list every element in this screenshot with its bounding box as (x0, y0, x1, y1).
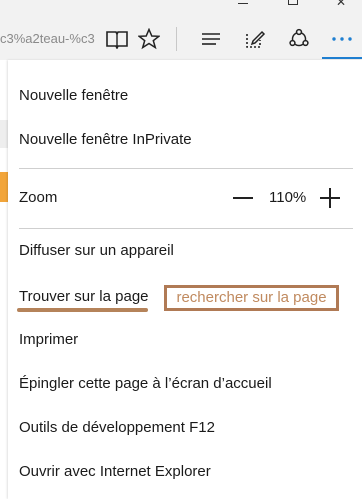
address-bar[interactable]: c3%a2teau-%c3 (0, 24, 110, 54)
web-note-icon[interactable] (242, 26, 268, 52)
menu-item-print[interactable]: Imprimer (19, 330, 78, 350)
menu-item-find-on-page[interactable]: Trouver sur la page (19, 287, 149, 307)
annotation-label: rechercher sur la page (164, 285, 339, 311)
menu-item-new-window[interactable]: Nouvelle fenêtre (19, 86, 128, 106)
more-icon[interactable] (329, 26, 355, 52)
reading-view-icon[interactable] (104, 26, 130, 52)
page-strip-accent (0, 172, 8, 202)
menu-item-new-inprivate-window[interactable]: Nouvelle fenêtre InPrivate (19, 130, 192, 150)
more-actions-menu: Nouvelle fenêtre Nouvelle fenêtre InPriv… (8, 60, 362, 499)
menu-item-pin-to-start[interactable]: Épingler cette page à l’écran d’accueil (19, 374, 272, 394)
close-icon[interactable]: ✕ (336, 0, 346, 8)
page-strip (0, 120, 8, 148)
page-background (0, 60, 8, 499)
zoom-value: 110% (269, 189, 307, 206)
menu-item-open-with-ie[interactable]: Ouvrir avec Internet Explorer (19, 462, 211, 482)
share-icon[interactable] (286, 26, 312, 52)
menu-item-cast[interactable]: Diffuser sur un appareil (19, 241, 174, 261)
favorite-star-icon[interactable] (136, 26, 162, 52)
zoom-row: Zoom 110% (19, 188, 349, 208)
maximize-icon[interactable] (288, 0, 298, 5)
menu-item-developer-tools[interactable]: Outils de développement F12 (19, 418, 215, 438)
hub-icon[interactable] (198, 26, 224, 52)
window-controls: ✕ (222, 0, 362, 12)
toolbar-separator (176, 27, 177, 51)
browser-toolbar: ✕ c3%a2teau-%c3 (0, 0, 362, 60)
more-active-indicator (322, 57, 362, 59)
find-highlight-underline (17, 308, 148, 312)
menu-divider (19, 168, 353, 169)
minimize-icon[interactable] (238, 3, 248, 4)
menu-divider (19, 228, 353, 229)
zoom-out-button[interactable] (233, 197, 253, 199)
zoom-label: Zoom (19, 189, 58, 206)
zoom-in-button[interactable] (320, 188, 340, 208)
